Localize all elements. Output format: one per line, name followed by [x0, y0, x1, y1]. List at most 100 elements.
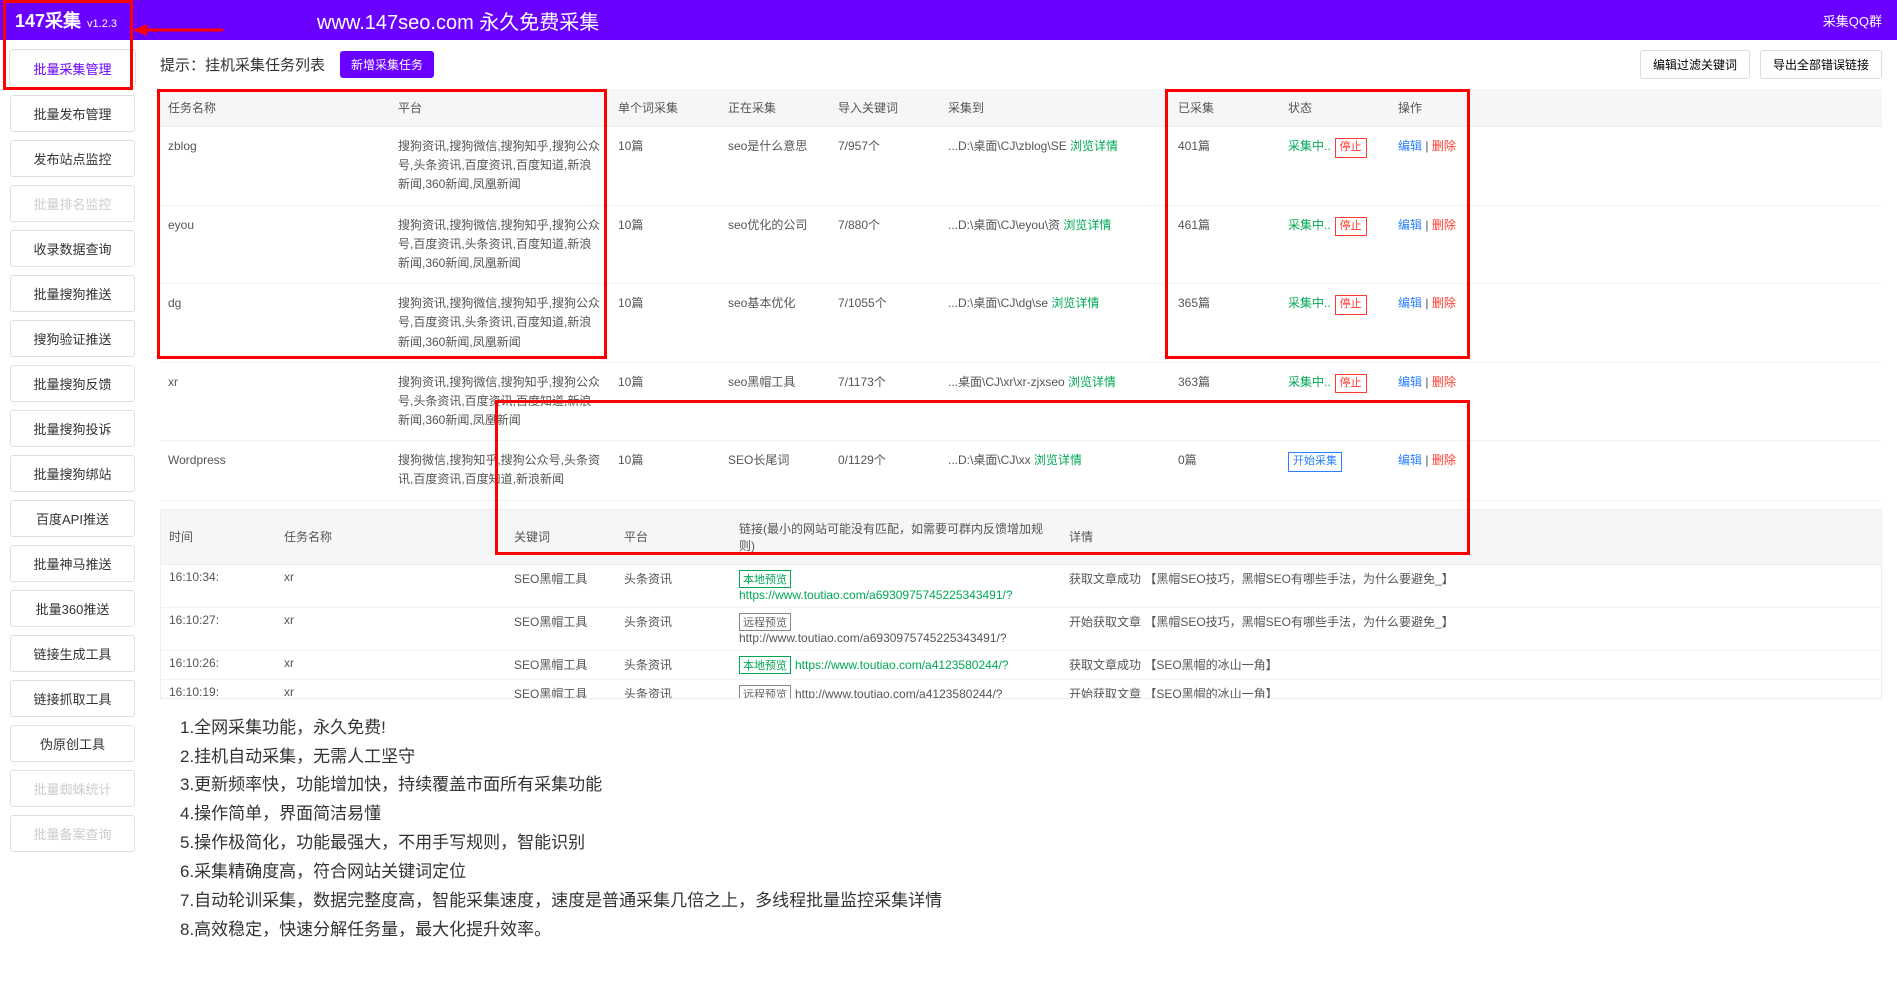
- log-url[interactable]: https://www.toutiao.com/a693097574522534…: [739, 588, 1013, 602]
- log-col-header: 链接(最小的网站可能没有匹配，如需要可群内反馈增加规则): [731, 510, 1061, 565]
- task-col-header: 已采集: [1170, 89, 1280, 127]
- sidebar-item-8[interactable]: 批量搜狗投诉: [10, 410, 135, 447]
- app-name: 147采集: [15, 7, 81, 33]
- log-row: 16:10:34:xrSEO黑帽工具头条资讯本地预览https://www.to…: [161, 564, 1881, 607]
- task-keywords: 7/1055个: [830, 284, 940, 363]
- qq-group-link[interactable]: 采集QQ群: [1823, 11, 1882, 30]
- stop-button[interactable]: 停止: [1335, 138, 1367, 158]
- edit-link[interactable]: 编辑: [1398, 375, 1422, 389]
- task-doing: seo基本优化: [720, 284, 830, 363]
- feature-item: 3.更新频率快，功能增加快，持续覆盖市面所有采集功能: [180, 771, 1882, 800]
- task-target: ...D:\桌面\CJ\eyou\资 浏览详情: [940, 205, 1170, 284]
- delete-link[interactable]: 删除: [1432, 139, 1456, 153]
- task-keywords: 7/880个: [830, 205, 940, 284]
- view-detail-link[interactable]: 浏览详情: [1068, 375, 1116, 389]
- preview-tag[interactable]: 远程预览: [739, 613, 791, 631]
- task-name: zblog: [160, 127, 390, 206]
- edit-link[interactable]: 编辑: [1398, 218, 1422, 232]
- task-col-header: 平台: [390, 89, 610, 127]
- feature-item: 5.操作极简化，功能最强大，不用手写规则，智能识别: [180, 829, 1882, 858]
- sidebar-item-17: 批量备案查询: [10, 815, 135, 852]
- task-status: 采集中..停止: [1280, 284, 1390, 363]
- sidebar-item-4[interactable]: 收录数据查询: [10, 230, 135, 267]
- task-row: zblog搜狗资讯,搜狗微信,搜狗知乎,搜狗公众号,头条资讯,百度资讯,百度知道…: [160, 127, 1882, 206]
- feature-item: 7.自动轮训采集，数据完整度高，智能采集速度，速度是普通采集几倍之上，多线程批量…: [180, 887, 1882, 916]
- task-name: dg: [160, 284, 390, 363]
- task-row: Wordpress搜狗微信,搜狗知乎,搜狗公众号,头条资讯,百度资讯,百度知道,…: [160, 441, 1882, 500]
- task-name: eyou: [160, 205, 390, 284]
- header-bar: 147采集 v1.2.3 www.147seo.com 永久免费采集 采集QQ群: [0, 0, 1897, 40]
- log-col-header: 时间: [161, 510, 276, 565]
- task-platform: 搜狗资讯,搜狗微信,搜狗知乎,搜狗公众号,头条资讯,百度资讯,百度知道,新浪新闻…: [390, 127, 610, 206]
- log-platform: 头条资讯: [616, 564, 731, 607]
- stop-button[interactable]: 停止: [1335, 295, 1367, 315]
- stop-button[interactable]: 停止: [1335, 217, 1367, 237]
- task-single: 10篇: [610, 127, 720, 206]
- delete-link[interactable]: 删除: [1432, 375, 1456, 389]
- log-url[interactable]: http://www.toutiao.com/a6930975745225343…: [739, 631, 1007, 645]
- edit-link[interactable]: 编辑: [1398, 296, 1422, 310]
- view-detail-link[interactable]: 浏览详情: [1063, 218, 1111, 232]
- preview-tag[interactable]: 本地预览: [739, 570, 791, 588]
- sidebar-item-12[interactable]: 批量360推送: [10, 590, 135, 627]
- view-detail-link[interactable]: 浏览详情: [1051, 296, 1099, 310]
- sidebar-item-14[interactable]: 链接抓取工具: [10, 680, 135, 717]
- sidebar-item-15[interactable]: 伪原创工具: [10, 725, 135, 762]
- edit-link[interactable]: 编辑: [1398, 139, 1422, 153]
- log-panel[interactable]: 时间任务名称关键词平台链接(最小的网站可能没有匹配，如需要可群内反馈增加规则)详…: [160, 509, 1882, 699]
- log-url[interactable]: http://www.toutiao.com/a4123580244/?: [795, 687, 1002, 699]
- task-col-header: 操作: [1390, 89, 1882, 127]
- task-single: 10篇: [610, 205, 720, 284]
- sidebar-item-13[interactable]: 链接生成工具: [10, 635, 135, 672]
- delete-link[interactable]: 删除: [1432, 453, 1456, 467]
- log-link: 远程预览 http://www.toutiao.com/a4123580244/?: [731, 679, 1061, 699]
- log-detail: 开始获取文章 【SEO黑帽的冰山一角】: [1061, 679, 1881, 699]
- view-detail-link[interactable]: 浏览详情: [1070, 139, 1118, 153]
- sidebar-item-9[interactable]: 批量搜狗绑站: [10, 455, 135, 492]
- task-col-header: 任务名称: [160, 89, 390, 127]
- start-button[interactable]: 开始采集: [1288, 452, 1342, 472]
- sidebar-item-1[interactable]: 批量发布管理: [10, 95, 135, 132]
- sidebar-item-6[interactable]: 搜狗验证推送: [10, 320, 135, 357]
- sidebar-item-0[interactable]: 批量采集管理: [10, 50, 135, 87]
- sidebar-item-11[interactable]: 批量神马推送: [10, 545, 135, 582]
- edit-link[interactable]: 编辑: [1398, 453, 1422, 467]
- sidebar-item-2[interactable]: 发布站点监控: [10, 140, 135, 177]
- task-actions: 编辑 | 删除: [1390, 284, 1882, 363]
- export-errors-button[interactable]: 导出全部错误链接: [1760, 50, 1882, 79]
- feature-list: 1.全网采集功能，永久免费!2.挂机自动采集，无需人工坚守3.更新频率快，功能增…: [160, 714, 1882, 945]
- log-time: 16:10:19:: [161, 679, 276, 699]
- task-doing: seo优化的公司: [720, 205, 830, 284]
- filter-keywords-button[interactable]: 编辑过滤关键词: [1640, 50, 1750, 79]
- log-url[interactable]: https://www.toutiao.com/a4123580244/?: [795, 658, 1008, 672]
- page-title: 提示：挂机采集任务列表: [160, 54, 325, 75]
- task-keywords: 7/1173个: [830, 362, 940, 441]
- log-time: 16:10:34:: [161, 564, 276, 607]
- log-col-header: 任务名称: [276, 510, 506, 565]
- preview-tag[interactable]: 远程预览: [739, 685, 791, 699]
- stop-button[interactable]: 停止: [1335, 374, 1367, 394]
- task-doing: seo黑帽工具: [720, 362, 830, 441]
- new-task-button[interactable]: 新增采集任务: [340, 51, 434, 78]
- view-detail-link[interactable]: 浏览详情: [1034, 453, 1082, 467]
- feature-item: 8.高效稳定，快速分解任务量，最大化提升效率。: [180, 916, 1882, 945]
- delete-link[interactable]: 删除: [1432, 296, 1456, 310]
- log-col-header: 详情: [1061, 510, 1881, 565]
- task-target: ...D:\桌面\CJ\dg\se 浏览详情: [940, 284, 1170, 363]
- sidebar-item-5[interactable]: 批量搜狗推送: [10, 275, 135, 312]
- log-row: 16:10:26:xrSEO黑帽工具头条资讯本地预览https://www.to…: [161, 650, 1881, 679]
- log-task: xr: [276, 650, 506, 679]
- task-platform: 搜狗资讯,搜狗微信,搜狗知乎,搜狗公众号,百度资讯,头条资讯,百度知道,新浪新闻…: [390, 284, 610, 363]
- task-target: ...D:\桌面\CJ\xx 浏览详情: [940, 441, 1170, 500]
- app-logo: 147采集 v1.2.3: [15, 7, 117, 33]
- sidebar: 批量采集管理批量发布管理发布站点监控批量排名监控收录数据查询批量搜狗推送搜狗验证…: [0, 40, 145, 955]
- sidebar-item-7[interactable]: 批量搜狗反馈: [10, 365, 135, 402]
- task-table: 任务名称平台单个词采集正在采集导入关键词采集到已采集状态操作 zblog搜狗资讯…: [160, 89, 1882, 501]
- task-name: xr: [160, 362, 390, 441]
- preview-tag[interactable]: 本地预览: [739, 656, 791, 674]
- log-time: 16:10:26:: [161, 650, 276, 679]
- sidebar-item-10[interactable]: 百度API推送: [10, 500, 135, 537]
- task-doing: SEO长尾词: [720, 441, 830, 500]
- delete-link[interactable]: 删除: [1432, 218, 1456, 232]
- log-table: 时间任务名称关键词平台链接(最小的网站可能没有匹配，如需要可群内反馈增加规则)详…: [161, 510, 1881, 699]
